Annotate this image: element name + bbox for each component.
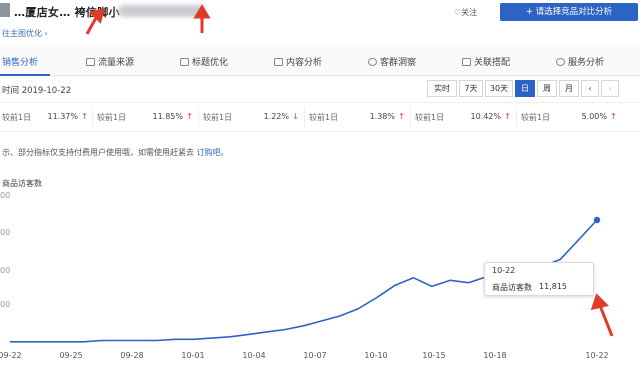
annotation-arrow bbox=[597, 302, 614, 337]
annotation-arrow-head bbox=[590, 293, 609, 311]
annotation-arrow bbox=[85, 15, 99, 35]
annotation-arrows bbox=[85, 4, 614, 337]
annotation-arrow-head bbox=[193, 4, 211, 19]
